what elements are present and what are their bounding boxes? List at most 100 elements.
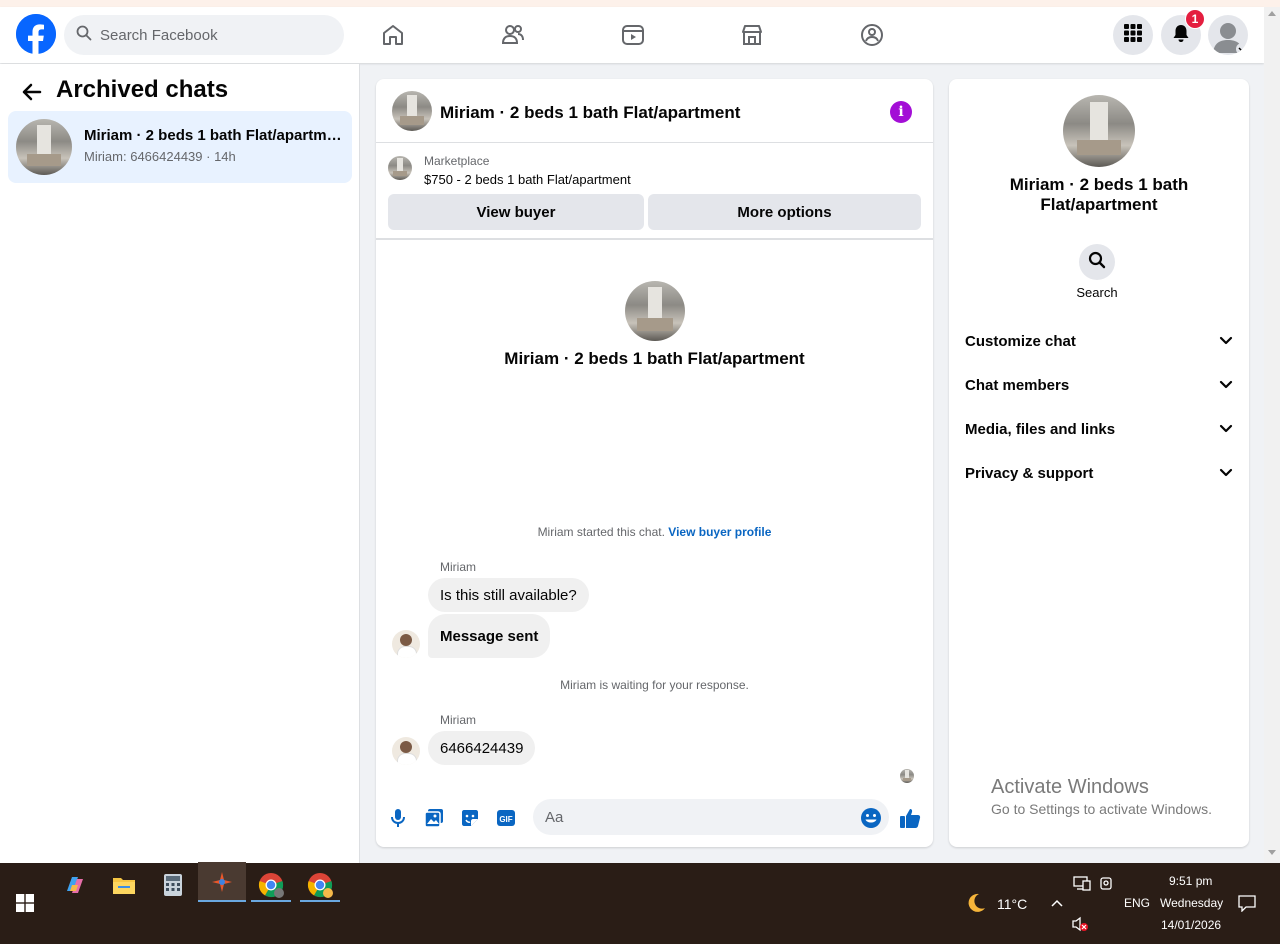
chrome-icon[interactable] <box>251 865 291 905</box>
facebook-logo-icon[interactable] <box>16 14 56 54</box>
notification-center-icon[interactable] <box>1227 883 1267 923</box>
pinned-app-icon[interactable] <box>198 862 246 902</box>
sender-avatar[interactable] <box>392 737 420 765</box>
chat-details-panel: Miriam · 2 beds 1 bath Flat/apartment Se… <box>949 79 1249 847</box>
privacy-support-section[interactable]: Privacy & support <box>957 451 1241 495</box>
scroll-down-icon[interactable] <box>1268 850 1276 855</box>
more-options-button[interactable]: More options <box>648 194 921 230</box>
chat-item-preview: Miriam: 6466424439 · 14h <box>84 149 236 164</box>
browser-top-strip <box>0 0 1280 7</box>
archived-chats-title: Archived chats <box>56 76 229 103</box>
marketplace-thumbnail <box>388 156 412 180</box>
waiting-notice: Miriam is waiting for your response. <box>560 678 749 692</box>
marketplace-label: Marketplace <box>424 154 490 168</box>
microphone-icon[interactable] <box>386 806 410 830</box>
search-icon <box>1088 251 1106 274</box>
active-indicator <box>198 900 246 902</box>
section-label: Privacy & support <box>965 464 1094 482</box>
sticker-icon[interactable] <box>458 806 482 830</box>
section-label: Customize chat <box>965 332 1076 350</box>
meet-now-icon[interactable] <box>1086 863 1126 903</box>
nav-groups-icon[interactable] <box>856 19 888 51</box>
chat-intro-title: Miriam · 2 beds 1 bath Flat/apartment <box>504 349 805 368</box>
search-input[interactable] <box>100 26 320 44</box>
activate-windows-watermark: Activate Windows Go to Settings to activ… <box>991 776 1212 817</box>
language-indicator[interactable]: ENG <box>1124 896 1150 910</box>
nav-friends-icon[interactable] <box>497 19 529 51</box>
marketplace-item[interactable]: $750 - 2 beds 1 bath Flat/apartment <box>424 172 631 187</box>
chat-intro-thumbnail <box>625 281 685 341</box>
chat-header-thumbnail[interactable] <box>392 91 432 131</box>
grid-icon <box>1123 23 1143 48</box>
chevron-down-icon <box>1219 421 1233 438</box>
chevron-down-icon <box>1219 333 1233 350</box>
copilot-icon[interactable] <box>55 865 95 905</box>
nav-home-icon[interactable] <box>377 19 409 51</box>
message-sender: Miriam <box>440 560 476 574</box>
clock-date[interactable]: 14/01/2026 <box>1161 918 1221 932</box>
seen-indicator-avatar <box>900 769 914 783</box>
chat-window: Miriam · 2 beds 1 bath Flat/apartment i … <box>376 79 933 847</box>
back-arrow-icon[interactable] <box>16 78 48 106</box>
chat-header: Miriam · 2 beds 1 bath Flat/apartment i <box>376 79 933 143</box>
details-thumbnail <box>1063 95 1135 167</box>
message-sender: Miriam <box>440 713 476 727</box>
file-explorer-icon[interactable] <box>104 865 144 905</box>
account-avatar[interactable] <box>1208 15 1248 55</box>
listing-thumbnail <box>16 119 72 175</box>
like-icon[interactable] <box>898 806 922 830</box>
info-icon[interactable]: i <box>890 101 912 123</box>
chat-members-section[interactable]: Chat members <box>957 363 1241 407</box>
calculator-icon[interactable] <box>153 865 193 905</box>
marketplace-listing-bar: Marketplace $750 - 2 beds 1 bath Flat/ap… <box>376 144 933 240</box>
search-bar[interactable] <box>64 15 344 55</box>
clock-time[interactable]: 9:51 pm <box>1169 874 1212 888</box>
svg-text:GIF: GIF <box>499 815 512 824</box>
chat-item-title: Miriam · 2 beds 1 bath Flat/apartment <box>84 127 344 144</box>
media-files-links-section[interactable]: Media, files and links <box>957 407 1241 451</box>
weather-temperature[interactable]: 11°C <box>997 896 1027 912</box>
search-icon <box>76 25 92 46</box>
chat-header-title[interactable]: Miriam · 2 beds 1 bath Flat/apartment <box>440 103 740 123</box>
windows-taskbar: 11°C ENG 9:51 pm Wednesday 14/01/2026 <box>0 862 1280 944</box>
archived-chats-panel: Archived chats Miriam · 2 beds 1 bath Fl… <box>0 64 360 863</box>
section-label: Media, files and links <box>965 420 1116 438</box>
nav-video-icon[interactable] <box>617 19 649 51</box>
view-buyer-profile-link[interactable]: View buyer profile <box>668 525 771 539</box>
customize-chat-section[interactable]: Customize chat <box>957 319 1241 363</box>
emoji-icon[interactable] <box>859 806 883 830</box>
facebook-top-bar: 1 <box>0 7 1264 63</box>
chrome-profile-icon[interactable] <box>300 865 340 905</box>
active-indicator <box>251 900 291 902</box>
view-buyer-button[interactable]: View buyer <box>388 194 644 230</box>
details-search-label: Search <box>1076 285 1118 300</box>
chat-list-item[interactable]: Miriam · 2 beds 1 bath Flat/apartment Mi… <box>8 111 352 183</box>
chevron-down-icon <box>1219 377 1233 394</box>
message-composer: GIF <box>376 797 933 839</box>
sender-avatar[interactable] <box>392 630 420 658</box>
watermark-title: Activate Windows <box>991 776 1149 798</box>
photo-icon[interactable] <box>422 806 446 830</box>
chat-started-text: Miriam started this chat. <box>537 525 665 539</box>
active-indicator <box>300 900 340 902</box>
menu-grid-button[interactable] <box>1113 15 1153 55</box>
message-sent-card: Message sent <box>428 614 551 658</box>
section-label: Chat members <box>965 376 1070 394</box>
windows-start-icon[interactable] <box>5 883 45 923</box>
clock-day[interactable]: Wednesday <box>1160 896 1223 910</box>
message-input[interactable] <box>533 799 889 835</box>
chat-started-notice: Miriam started this chat. View buyer pro… <box>376 525 933 539</box>
weather-moon-icon[interactable] <box>956 883 996 923</box>
message-bubble: 6466424439 <box>428 731 536 765</box>
details-search-button[interactable] <box>1079 244 1115 280</box>
nav-marketplace-icon[interactable] <box>736 19 768 51</box>
page-scrollbar[interactable] <box>1264 7 1280 863</box>
scroll-up-icon[interactable] <box>1268 11 1276 16</box>
gif-icon[interactable]: GIF <box>494 806 518 830</box>
notification-badge: 1 <box>1185 9 1205 29</box>
message-bubble: Is this still available? <box>428 578 589 612</box>
details-title: Miriam · 2 beds 1 bath Flat/apartment <box>1009 175 1189 214</box>
volume-muted-icon[interactable] <box>1060 904 1100 944</box>
watermark-subtitle: Go to Settings to activate Windows. <box>991 801 1212 817</box>
chevron-down-icon <box>1219 465 1233 482</box>
